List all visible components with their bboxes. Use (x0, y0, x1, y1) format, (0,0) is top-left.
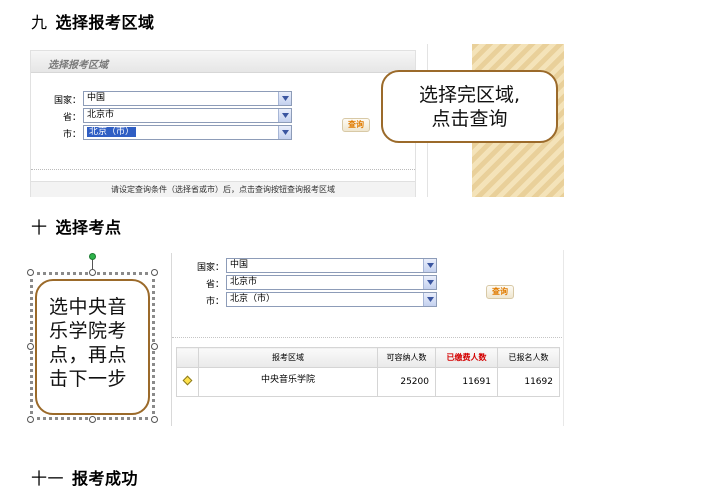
country-label: 国家： (53, 96, 81, 106)
province-row: 省： 北京市 (31, 108, 331, 123)
section-title: 报考成功 (72, 469, 139, 487)
callout-line: 点，再点 (49, 344, 128, 366)
chevron-down-icon[interactable] (278, 126, 291, 139)
chevron-down-icon[interactable] (278, 109, 291, 122)
city-select[interactable]: 北京（市） (226, 292, 437, 307)
resize-handle[interactable] (151, 416, 158, 423)
chevron-down-icon[interactable] (278, 92, 291, 105)
province-value: 北京市 (87, 110, 115, 120)
table-header-row: 报考区域 可容纳人数 已缴费人数 已报名人数 (176, 347, 560, 368)
country-select[interactable]: 中国 (83, 91, 292, 106)
query-hint: 请设定查询条件（选择省或市）后，点击查询按钮查询报考区域 (31, 181, 415, 197)
section-number: 十 (31, 218, 48, 237)
province-row: 省： 北京市 (172, 275, 442, 290)
column-header: 已缴费人数 (435, 347, 498, 368)
province-value: 北京市 (230, 277, 258, 287)
capacity-cell: 25200 (377, 367, 436, 397)
province-label: 省： (205, 280, 224, 290)
callout-line: 选中央音 (49, 296, 128, 318)
exam-site-table: 报考区域 可容纳人数 已缴费人数 已报名人数 中央音乐学院 25200 1169… (176, 347, 560, 397)
paid-cell: 11691 (435, 367, 498, 397)
section-9-heading: 九选择报考区域 (31, 9, 155, 33)
query-button[interactable]: 查询 (486, 285, 514, 299)
select-column-header (176, 347, 199, 368)
resize-handle[interactable] (27, 343, 34, 350)
divider (172, 337, 562, 338)
section-11-heading: 十一 报考成功 (31, 465, 138, 487)
city-select[interactable]: 北京（市） (83, 125, 292, 140)
table-row[interactable]: 中央音乐学院 25200 11691 11692 (176, 367, 560, 397)
panel-title: 选择报考区域 (31, 51, 415, 73)
callout-query: 选择完区域, 点击查询 (381, 70, 558, 143)
country-value: 中国 (87, 93, 106, 103)
city-value: 北京（市） (87, 127, 137, 137)
country-row: 国家： 中国 (172, 258, 442, 273)
callout-line: 击下一步 (49, 368, 128, 390)
section-title: 选择报考区域 (55, 13, 155, 32)
registered-cell: 11692 (497, 367, 560, 397)
province-select[interactable]: 北京市 (83, 108, 292, 123)
rotate-handle[interactable] (89, 253, 96, 260)
section-title: 选择考点 (55, 218, 122, 237)
province-select[interactable]: 北京市 (226, 275, 437, 290)
column-header: 报考区域 (198, 347, 378, 368)
country-label: 国家： (196, 263, 224, 273)
chevron-down-icon[interactable] (423, 293, 436, 306)
resize-handle[interactable] (89, 269, 96, 276)
query-button[interactable]: 查询 (342, 118, 370, 132)
callout-select-site[interactable]: 选中央音 乐学院考 点，再点 击下一步 (35, 279, 150, 415)
resize-handle[interactable] (151, 269, 158, 276)
resize-handle[interactable] (151, 343, 158, 350)
callout-line: 点击查询 (431, 108, 508, 130)
callout-line: 选择完区域, (418, 84, 521, 106)
city-label: 市： (62, 130, 81, 140)
section-10-heading: 十选择考点 (31, 214, 122, 238)
city-label: 市： (205, 297, 224, 307)
section-number: 九 (31, 13, 48, 32)
area-cell[interactable]: 中央音乐学院 (198, 367, 378, 397)
country-select[interactable]: 中国 (226, 258, 437, 273)
column-header: 可容纳人数 (377, 347, 436, 368)
region-panel: 选择报考区域 国家： 中国 省： 北京市 市： 北京（市） 查询 请设定查询条件… (30, 50, 416, 197)
resize-handle[interactable] (27, 269, 34, 276)
resize-handle[interactable] (89, 416, 96, 423)
divider (31, 169, 415, 170)
section-number: 十一 (31, 469, 65, 487)
chevron-down-icon[interactable] (423, 259, 436, 272)
city-value: 北京（市） (230, 294, 276, 304)
province-label: 省： (62, 113, 81, 123)
city-row: 市： 北京（市） (31, 125, 331, 140)
country-value: 中国 (230, 260, 249, 270)
exam-site-screenshot: 国家： 中国 省： 北京市 市： 北京（市） 查询 (172, 250, 564, 426)
chevron-down-icon[interactable] (423, 276, 436, 289)
resize-handle[interactable] (27, 416, 34, 423)
column-header: 已报名人数 (497, 347, 560, 368)
city-row: 市： 北京（市） (172, 292, 442, 307)
country-row: 国家： 中国 (31, 91, 331, 106)
callout-line: 乐学院考 (49, 320, 128, 342)
